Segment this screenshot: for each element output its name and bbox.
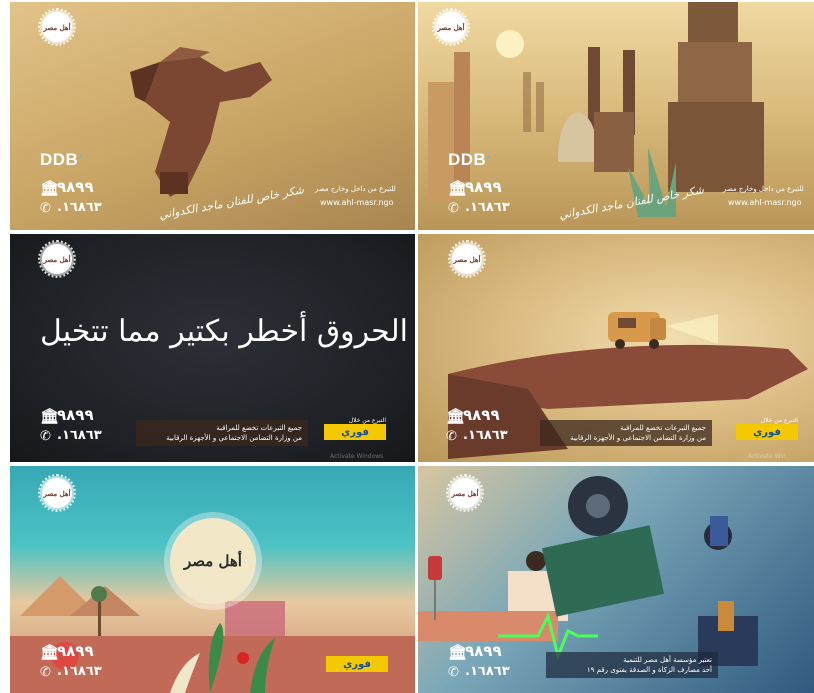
phone-number: ✆ .١٦٨٦٣	[448, 664, 510, 680]
phone-number: ✆ .١٦٨٦٣	[446, 428, 508, 444]
fawry-badge: التبرع من خلال فوري	[736, 417, 798, 440]
donate-note: للتبرع من داخل وخارج مصر	[315, 185, 396, 193]
zakat-notice: تعتبر مؤسسة أهل مصر للتنمية أحد مصارف ال…	[546, 652, 718, 678]
bank-icon: 🏛	[448, 643, 468, 661]
ahl-masr-logo: أهل مصر	[448, 240, 486, 278]
center-logo-badge: أهل مصر	[170, 518, 256, 604]
fawry-label: فوري	[324, 424, 386, 440]
whatsapp-icon: ✆	[40, 665, 51, 680]
whatsapp-icon: ✆	[448, 665, 459, 680]
bank-number: 🏛٩٨٩٩	[448, 178, 502, 197]
tile-5: أهل مصر أهل مصر 🏛٩٨٩٩ ✆ .١٦٨٦٣ فوري	[10, 466, 415, 693]
bank-icon: 🏛	[446, 407, 466, 425]
watermark: Activate Win	[748, 453, 786, 460]
ahl-masr-logo: أهل مصر	[446, 474, 484, 512]
bank-number: 🏛٩٨٩٩	[40, 406, 94, 425]
phone-number: ✆ .١٦٨٦٣	[40, 664, 102, 680]
bank-icon: 🏛	[40, 643, 60, 661]
bank-number: 🏛٩٨٩٩	[40, 642, 94, 661]
phone-number: ✆ .١٦٨٦٣	[448, 200, 510, 216]
bank-number: 🏛٩٨٩٩	[446, 406, 500, 425]
bank-icon: 🏛	[40, 407, 60, 425]
phone-number: ✆ .١٦٨٦٣	[40, 428, 102, 444]
fawry-badge: فوري	[326, 656, 388, 672]
center-logo-text: أهل مصر	[184, 552, 242, 570]
notice-line-1: جميع التبرعات تخضع للمراقبة	[620, 424, 706, 432]
notice-line-1: جميع التبرعات تخضع للمراقبة	[216, 424, 302, 432]
oversight-notice: جميع التبرعات تخضع للمراقبة من وزارة الت…	[136, 420, 308, 446]
watermark: Activate Windows	[330, 453, 384, 460]
whatsapp-icon: ✆	[40, 429, 51, 444]
whatsapp-icon: ✆	[448, 201, 459, 216]
notice-line-2: من وزارة التضامن الاجتماعي و الأجهزة الر…	[570, 434, 706, 442]
fawry-caption: التبرع من خلال	[760, 417, 798, 424]
ahl-masr-logo: أهل مصر	[38, 8, 76, 46]
notice-line-2: من وزارة التضامن الاجتماعي و الأجهزة الر…	[166, 434, 302, 442]
ahl-masr-logo: أهل مصر	[38, 240, 76, 278]
tile-2: أهل مصر DDB● 🏛٩٨٩٩ ✆ .١٦٨٦٣ شكر خاص للفنا…	[418, 2, 814, 230]
whatsapp-icon: ✆	[446, 429, 457, 444]
fawry-caption: التبرع من خلال	[348, 417, 386, 424]
phone-number: ✆ .١٦٨٦٣	[40, 200, 102, 216]
fawry-label: فوري	[736, 424, 798, 440]
oversight-notice: جميع التبرعات تخضع للمراقبة من وزارة الت…	[540, 420, 712, 446]
donate-note: للتبرع من داخل وخارج مصر	[723, 185, 804, 193]
website: www.ahl-masr.ngo	[728, 198, 802, 207]
whatsapp-icon: ✆	[40, 201, 51, 216]
ddb-logo: DDB●	[40, 150, 84, 169]
bank-icon: 🏛	[40, 179, 60, 197]
tile-6: أهل مصر 🏛٩٨٩٩ ✆ .١٦٨٦٣ تعتبر مؤسسة أهل مص…	[418, 466, 814, 693]
bank-number: 🏛٩٨٩٩	[40, 178, 94, 197]
campaign-title: الحروق أخطر بكتير مما تتخيل	[40, 314, 409, 349]
tile-1: أهل مصر DDB● 🏛٩٨٩٩ ✆ .١٦٨٦٣ شكر خاص للفنا…	[10, 2, 415, 230]
tile-3: أهل مصر الحروق أخطر بكتير مما تتخيل 🏛٩٨٩…	[10, 234, 415, 462]
bank-number: 🏛٩٨٩٩	[448, 642, 502, 661]
notice-line-2: أحد مصارف الزكاة و الصدقة بفتوى رقم ١٩	[586, 666, 712, 674]
fawry-label: فوري	[326, 656, 388, 672]
tile-4: أهل مصر 🏛٩٨٩٩ ✆ .١٦٨٦٣ جميع التبرعات تخضع…	[418, 234, 814, 462]
fawry-badge: التبرع من خلال فوري	[324, 417, 386, 440]
website: www.ahl-masr.ngo	[320, 198, 394, 207]
ahl-masr-logo: أهل مصر	[432, 8, 470, 46]
ahl-masr-logo: أهل مصر	[38, 474, 76, 512]
notice-line-1: تعتبر مؤسسة أهل مصر للتنمية	[623, 656, 712, 664]
bank-icon: 🏛	[448, 179, 468, 197]
ddb-logo: DDB●	[448, 150, 492, 169]
